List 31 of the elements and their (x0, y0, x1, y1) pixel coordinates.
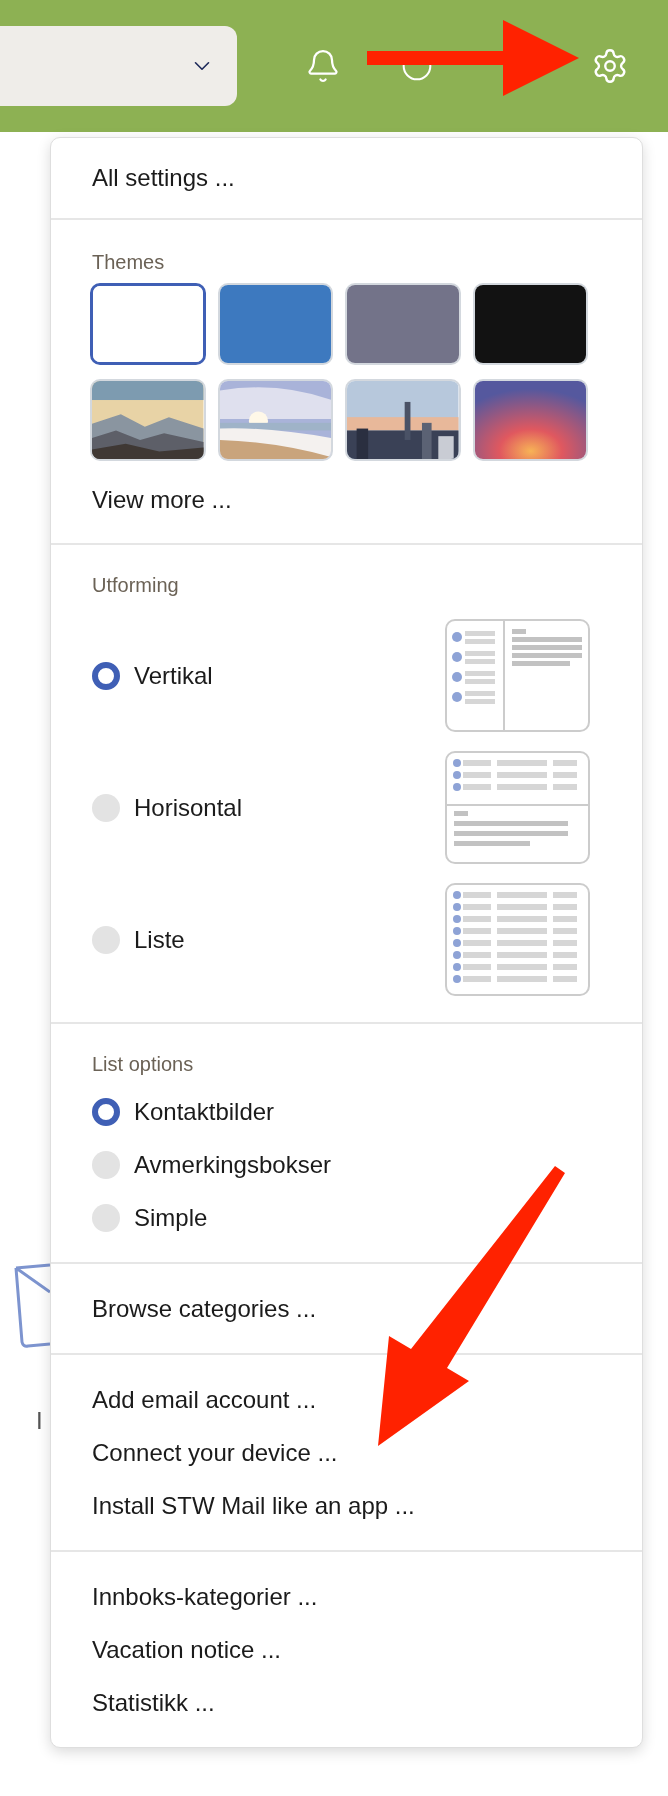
radio-label[interactable]: Kontaktbilder (134, 1097, 275, 1127)
folder-label: I (36, 1407, 43, 1435)
section-label: Utforming (92, 573, 180, 597)
radio-button[interactable] (92, 661, 120, 690)
radio-label[interactable]: Avmerkingsbokser (134, 1150, 331, 1180)
menu-item[interactable]: Statistikk ... (92, 1688, 215, 1718)
layout-preview-icon (445, 751, 590, 864)
section-label: Themes (91, 250, 166, 274)
radio-label[interactable]: Horisontal (134, 792, 445, 823)
menu-item[interactable]: Add email account ... (92, 1385, 317, 1415)
envelope-icon (14, 1262, 50, 1350)
menu-item[interactable]: Innboks-kategorier ... (92, 1582, 318, 1612)
theme-swatch[interactable] (90, 283, 206, 365)
radio-button[interactable] (92, 793, 120, 822)
radio-button[interactable] (92, 1151, 120, 1179)
menu-item[interactable]: All settings ... (92, 163, 235, 193)
menu-item[interactable]: Browse categories ... (92, 1294, 317, 1324)
layout-preview-icon (445, 883, 590, 996)
view-more-link[interactable]: View more ... (92, 486, 232, 513)
menu-item[interactable]: Vacation notice ... (92, 1635, 281, 1665)
menu-item[interactable]: Install STW Mail like an app ... (92, 1491, 415, 1521)
radio-label[interactable]: Vertikal (134, 660, 445, 691)
radio-button[interactable] (92, 925, 120, 954)
radio-label[interactable]: Simple (134, 1203, 208, 1233)
section-label: List options (92, 1052, 195, 1076)
radio-label[interactable]: Liste (134, 924, 445, 955)
radio-button[interactable] (92, 1204, 120, 1232)
layout-preview-icon (445, 619, 590, 732)
notification-icon[interactable] (305, 48, 341, 84)
menu-item[interactable]: Connect your device ... (92, 1438, 338, 1468)
radio-button[interactable] (92, 1098, 120, 1126)
